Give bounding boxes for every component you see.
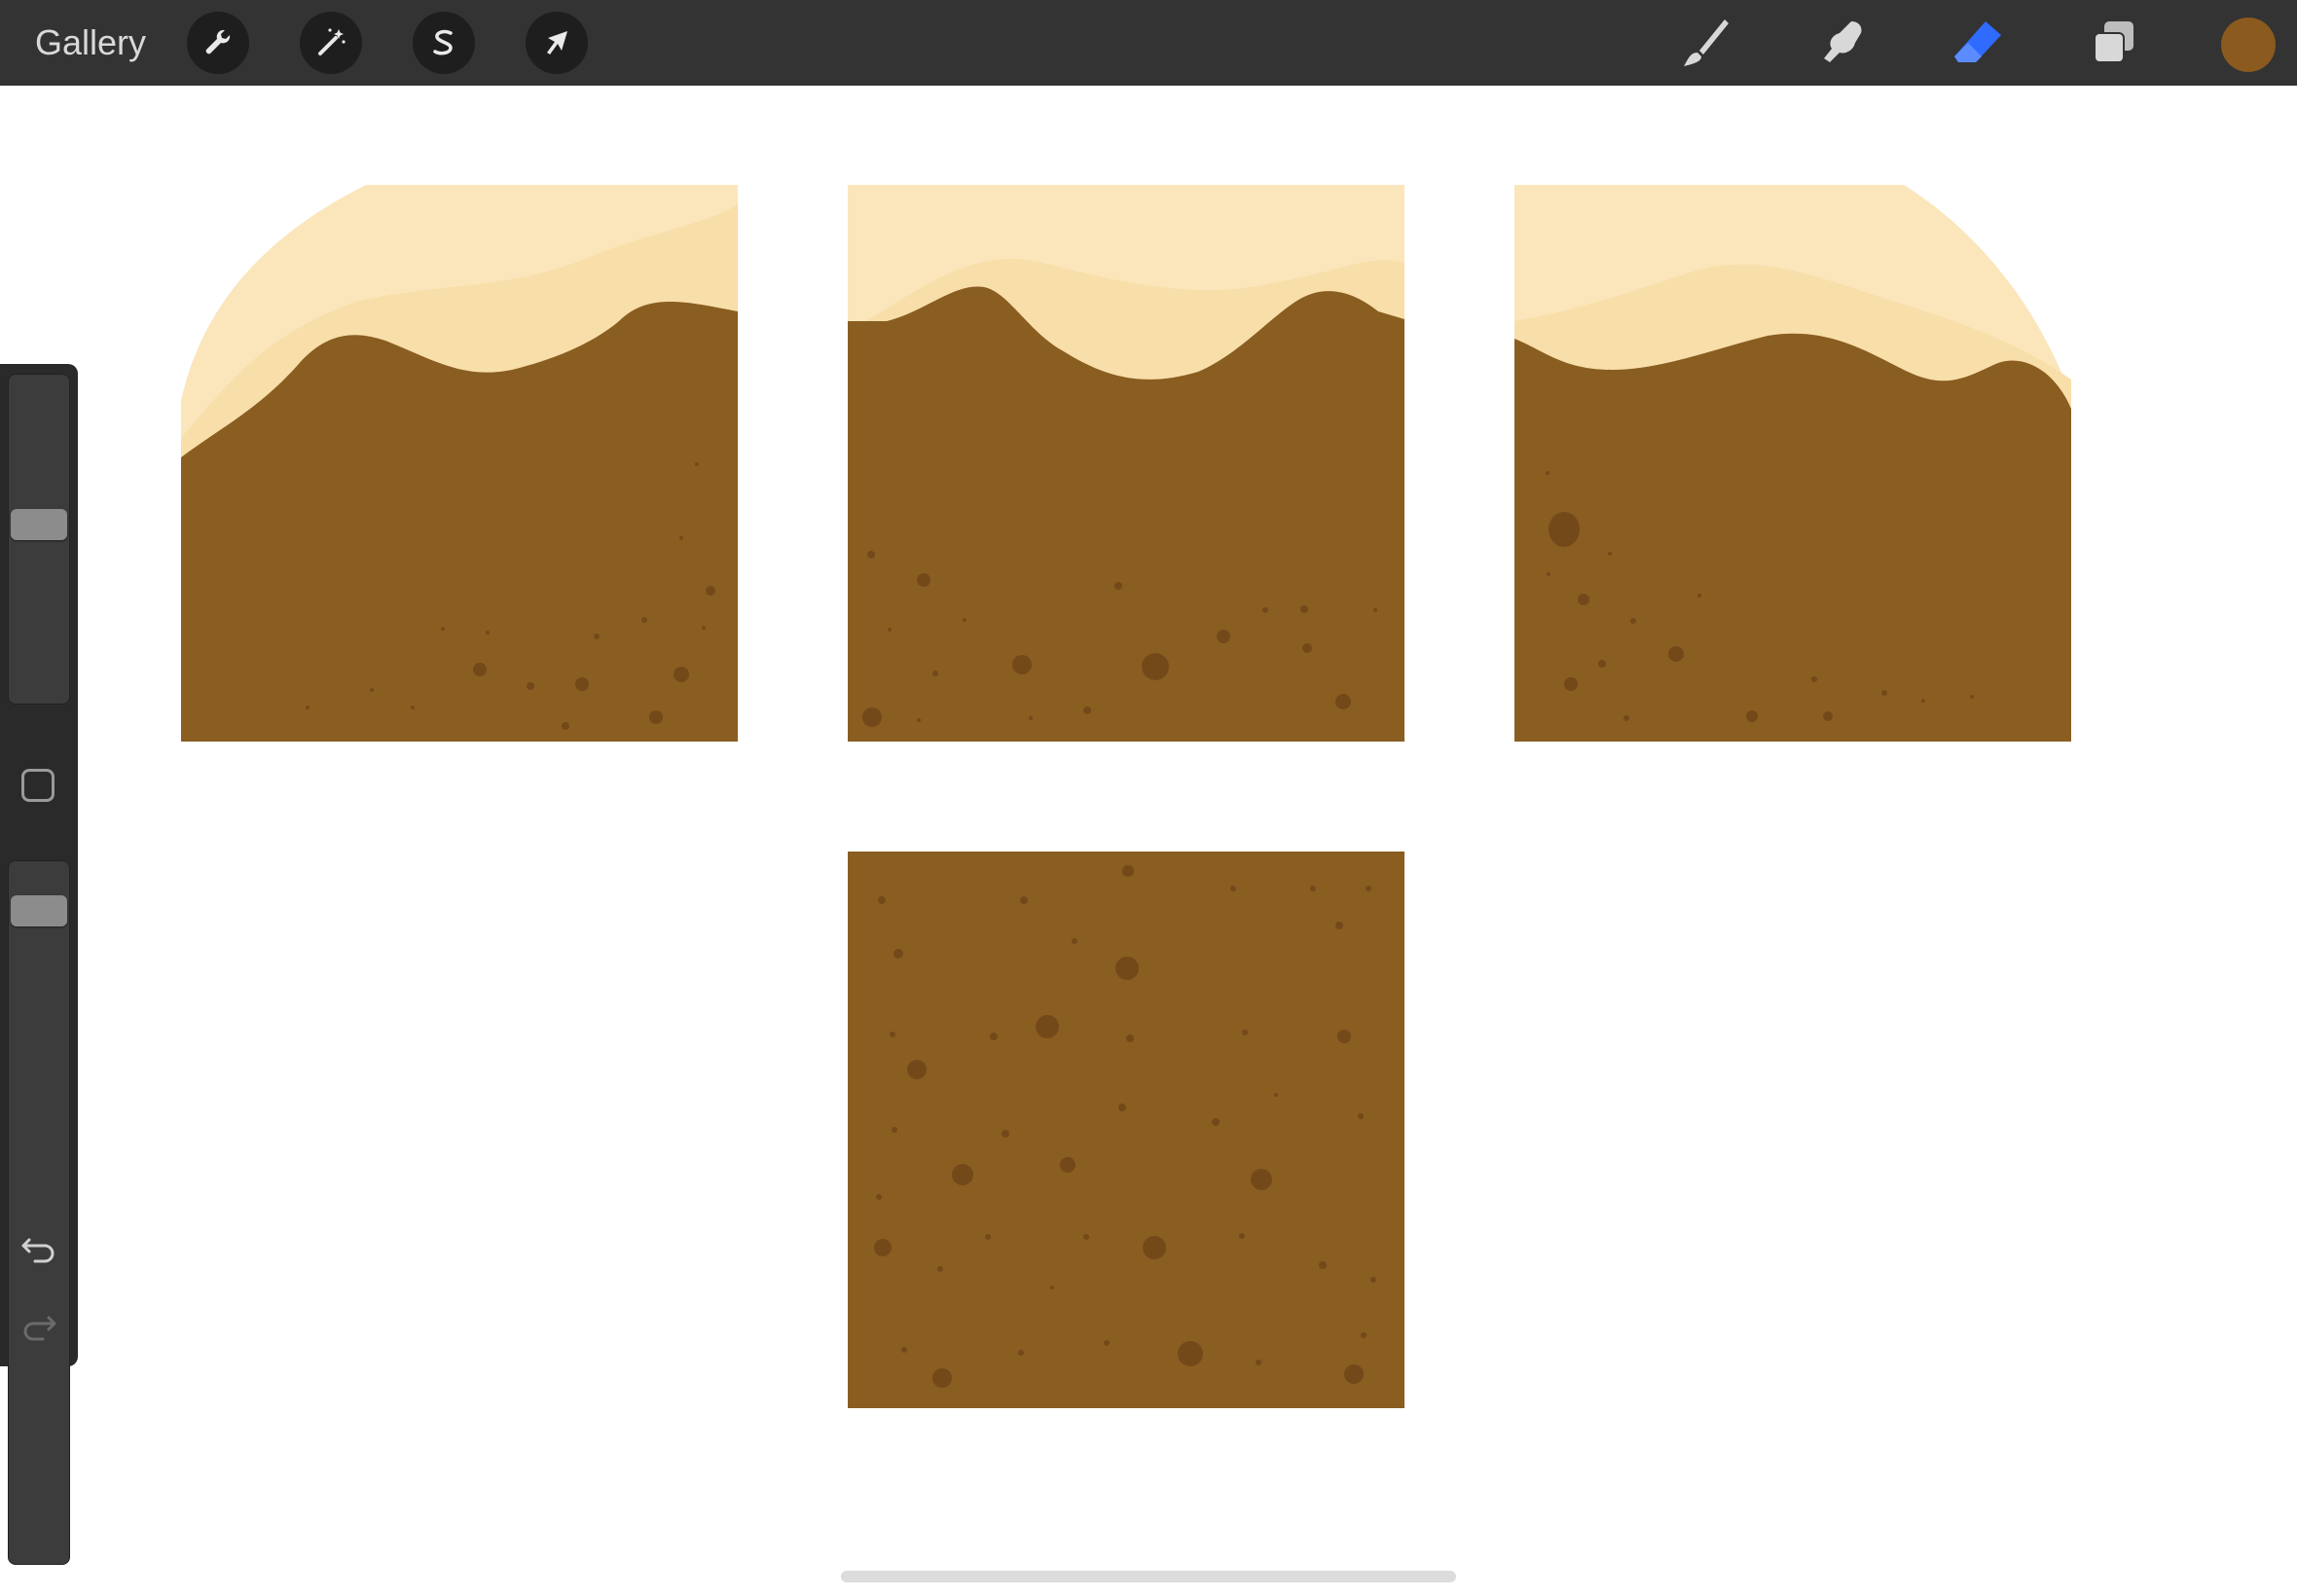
smudge-icon: [1824, 21, 1862, 62]
dirt-tile-top-right: [1514, 185, 2071, 742]
transform-button[interactable]: [526, 12, 588, 74]
layers-tool-button[interactable]: [2085, 14, 2143, 72]
selection-button[interactable]: [413, 12, 475, 74]
gallery-button[interactable]: Gallery: [35, 21, 146, 64]
wrench-icon: [205, 29, 231, 54]
dirt-tile-fill: [848, 852, 1404, 1408]
layers-icon: [2094, 21, 2133, 63]
top-toolbar: Gallery: [0, 0, 2297, 86]
adjustments-button[interactable]: [300, 12, 362, 74]
left-sidebar: [0, 364, 78, 1565]
eraser-icon: [1954, 21, 2001, 62]
color-swatch[interactable]: [2221, 18, 2276, 72]
actions-button[interactable]: [187, 12, 249, 74]
eraser-tool-button[interactable]: [1949, 14, 2007, 72]
brush-icon: [1684, 19, 1729, 66]
brush-size-thumb[interactable]: [11, 509, 67, 540]
dirt-tile-top-left: [181, 185, 738, 742]
smudge-tool-button[interactable]: [1812, 14, 1871, 72]
brush-size-slider[interactable]: [8, 374, 70, 705]
opacity-thumb[interactable]: [11, 895, 67, 926]
redo-icon[interactable]: [18, 1304, 60, 1347]
brush-tool-button[interactable]: [1676, 14, 1734, 72]
undo-icon[interactable]: [18, 1226, 60, 1269]
modify-square-icon[interactable]: [21, 769, 55, 802]
home-indicator[interactable]: [841, 1571, 1456, 1582]
arrow-cursor-icon: [547, 31, 567, 54]
dirt-tile-top-center: [848, 185, 1404, 742]
selection-s-icon: [433, 29, 453, 55]
opacity-slider[interactable]: [8, 860, 70, 1565]
magic-wand-icon: [318, 28, 346, 55]
